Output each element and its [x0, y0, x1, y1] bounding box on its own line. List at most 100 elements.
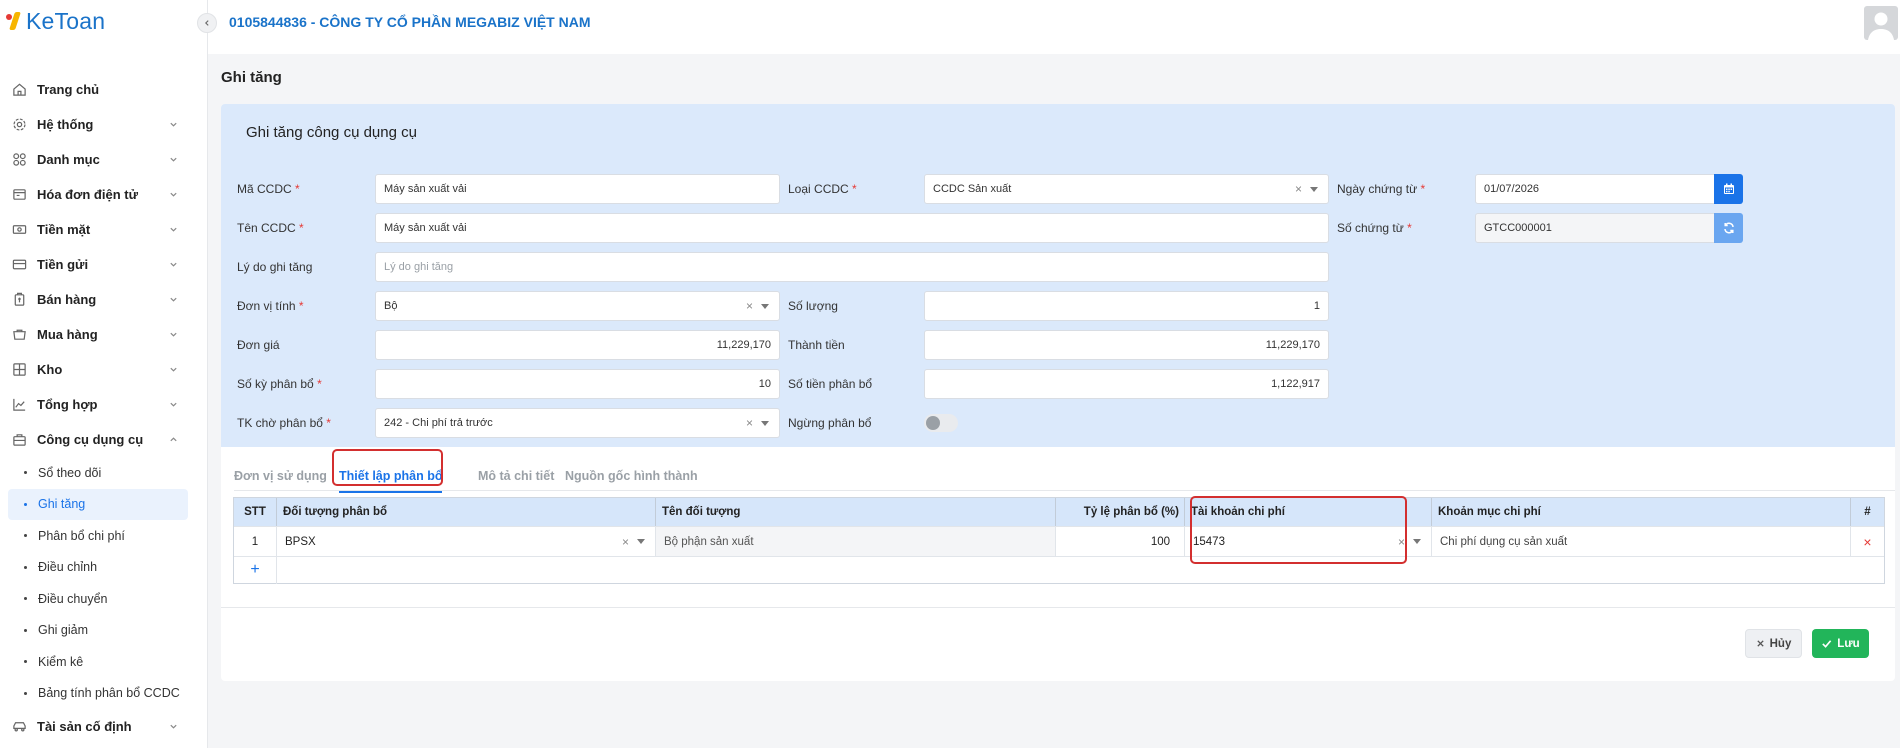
sidebar-subitem-ghi-tang[interactable]: Ghi tăng — [8, 488, 188, 520]
ngung-pb-toggle[interactable] — [924, 414, 958, 432]
highlight-tab-box — [332, 449, 443, 486]
bullet-icon — [24, 691, 27, 695]
col-header-actions: # — [1851, 498, 1884, 526]
sidebar-subitem-label: Phân bổ chi phí — [38, 528, 125, 543]
calendar-button[interactable] — [1714, 174, 1743, 204]
sidebar-subitem-so-theo-doi[interactable]: Sổ theo dõi — [0, 457, 208, 489]
chevron-down-icon — [170, 402, 177, 407]
loai-ccdc-select[interactable]: CCDC Sản xuất × — [924, 174, 1329, 204]
clear-icon[interactable]: × — [746, 292, 753, 320]
logo[interactable]: KeToan — [6, 8, 105, 34]
tab-mo-ta-chi-tiet[interactable]: Mô tả chi tiết — [478, 461, 554, 491]
thanh-tien-input[interactable]: 11,229,170 — [924, 330, 1329, 360]
clear-icon[interactable]: × — [622, 527, 629, 557]
don-gia-input[interactable]: 11,229,170 — [375, 330, 780, 360]
tk-cho-pb-select[interactable]: 242 - Chi phí trả trước × — [375, 408, 780, 438]
col-header-khoan-muc: Khoản mục chi phí — [1432, 498, 1851, 526]
tools-icon — [11, 432, 27, 448]
sidebar-subitem-label: Sổ theo dõi — [38, 465, 102, 480]
sidebar-subitem-dieu-chinh[interactable]: Điều chỉnh — [0, 552, 208, 584]
divider — [221, 607, 1895, 608]
sidebar-subitem-kiem-ke[interactable]: Kiểm kê — [0, 646, 208, 678]
chevron-down-icon — [170, 192, 177, 197]
sidebar-subitem-ghi-giam[interactable]: Ghi giảm — [0, 615, 208, 647]
logo-mark-icon — [6, 11, 22, 31]
allocation-table: STT Đối tượng phân bổ Tên đối tượng Tỷ l… — [233, 497, 1885, 584]
caret-down-icon[interactable] — [637, 539, 645, 544]
sidebar-item-hoa-don[interactable]: Hóa đơn điện tử — [0, 177, 208, 212]
clear-icon[interactable]: × — [1295, 175, 1302, 203]
sidebar-item-cong-cu-dung-cu[interactable]: Công cụ dụng cụ — [0, 422, 208, 457]
cancel-button[interactable]: Hủy — [1745, 629, 1802, 658]
user-avatar-icon — [1868, 12, 1894, 40]
car-icon — [11, 719, 27, 735]
bullet-icon — [24, 565, 27, 569]
add-row-button[interactable]: + — [234, 556, 277, 584]
bullet-icon — [24, 502, 27, 506]
sidebar-item-trang-chu[interactable]: Trang chủ — [0, 72, 208, 107]
ty-le-input[interactable]: 100 — [1056, 526, 1185, 556]
tab-don-vi-su-dung[interactable]: Đơn vị sử dụng — [234, 461, 327, 491]
sidebar-item-mua-hang[interactable]: Mua hàng — [0, 317, 208, 352]
chevron-down-icon — [170, 367, 177, 372]
table-cell-khoan-muc[interactable]: Chi phí dụng cụ sản xuất — [1432, 526, 1851, 556]
ma-ccdc-input[interactable]: Máy sản xuất vải — [375, 174, 780, 204]
don-vi-tinh-select[interactable]: Bộ × — [375, 291, 780, 321]
clear-icon[interactable]: × — [746, 409, 753, 437]
so-luong-input[interactable]: 1 — [924, 291, 1329, 321]
form-header-section: Ghi tăng công cụ dụng cụ Mã CCDC * Máy s… — [221, 104, 1895, 447]
chevron-down-icon — [170, 262, 177, 267]
so-tien-pb-input[interactable]: 1,122,917 — [924, 369, 1329, 399]
chart-line-icon — [11, 397, 27, 413]
save-label: Lưu — [1837, 637, 1860, 650]
table-cell-ten-doi-tuong: Bộ phận sản xuất — [656, 526, 1056, 556]
sidebar-item-he-thong[interactable]: Hệ thống — [0, 107, 208, 142]
ngung-pb-label: Ngừng phân bổ — [788, 416, 872, 430]
sidebar-subitem-bang-tinh[interactable]: Bảng tính phân bổ CCDC — [0, 678, 208, 710]
bullet-icon — [24, 471, 27, 475]
sidebar-item-label: Tài sản cố định — [37, 719, 132, 734]
ngay-chung-tu-label: Ngày chứng từ * — [1337, 182, 1426, 196]
doi-tuong-select[interactable]: BPSX × — [277, 526, 656, 556]
bullet-icon — [24, 628, 27, 632]
sidebar-item-tai-san-co-dinh[interactable]: Tài sản cố định — [0, 709, 208, 744]
sidebar-item-label: Bán hàng — [37, 292, 97, 307]
caret-down-icon[interactable] — [761, 304, 769, 309]
so-ky-input[interactable]: 10 — [375, 369, 780, 399]
avatar[interactable] — [1864, 6, 1898, 40]
chevron-up-icon — [170, 437, 177, 442]
so-chung-tu-input[interactable]: GTCC000001 — [1475, 213, 1715, 243]
col-header-ty-le: Tỷ lệ phân bổ (%) — [1056, 498, 1185, 526]
highlight-tai-khoan-box — [1190, 496, 1407, 564]
sidebar-item-tien-gui[interactable]: Tiền gửi — [0, 247, 208, 282]
purchase-icon — [11, 327, 27, 343]
sidebar-item-label: Tổng hợp — [37, 397, 98, 412]
sidebar-collapse-button[interactable] — [197, 13, 217, 33]
company-name: 0105844836 - CÔNG TY CỔ PHẦN MEGABIZ VIỆ… — [229, 14, 591, 30]
sidebar-subitem-phan-bo-chi-phi[interactable]: Phân bổ chi phí — [0, 520, 208, 552]
sidebar: KeToan Trang chủ Hệ thống Danh mục Hóa đ… — [0, 0, 208, 748]
ngay-chung-tu-input[interactable]: 01/07/2026 — [1475, 174, 1715, 204]
caret-down-icon[interactable] — [1310, 187, 1318, 192]
caret-down-icon[interactable] — [761, 421, 769, 426]
save-button[interactable]: Lưu — [1812, 629, 1869, 658]
sidebar-item-label: Hệ thống — [37, 117, 94, 132]
sidebar-item-kho[interactable]: Kho — [0, 352, 208, 387]
sidebar-item-danh-muc[interactable]: Danh mục — [0, 142, 208, 177]
caret-down-icon[interactable] — [1413, 539, 1421, 544]
toggle-knob — [926, 416, 940, 430]
sidebar-item-ban-hang[interactable]: Bán hàng — [0, 282, 208, 317]
delete-row-button[interactable]: × — [1851, 526, 1884, 556]
sidebar-subitem-label: Điều chỉnh — [38, 560, 98, 575]
refresh-number-button[interactable] — [1714, 213, 1743, 243]
chevron-down-icon — [170, 227, 177, 232]
sidebar-item-tien-mat[interactable]: Tiền mặt — [0, 212, 208, 247]
tab-nguon-goc-hinh-thanh[interactable]: Nguồn gốc hình thành — [565, 461, 698, 491]
so-chung-tu-label: Số chứng từ * — [1337, 221, 1412, 235]
logo-text: KeToan — [26, 7, 106, 34]
sidebar-subitem-dieu-chuyen[interactable]: Điều chuyển — [0, 583, 208, 615]
ten-ccdc-input[interactable]: Máy sản xuất vải — [375, 213, 1329, 243]
ly-do-input[interactable]: Lý do ghi tăng — [375, 252, 1329, 282]
sidebar-item-tong-hop[interactable]: Tổng hợp — [0, 387, 208, 422]
ten-ccdc-label: Tên CCDC * — [237, 221, 304, 235]
